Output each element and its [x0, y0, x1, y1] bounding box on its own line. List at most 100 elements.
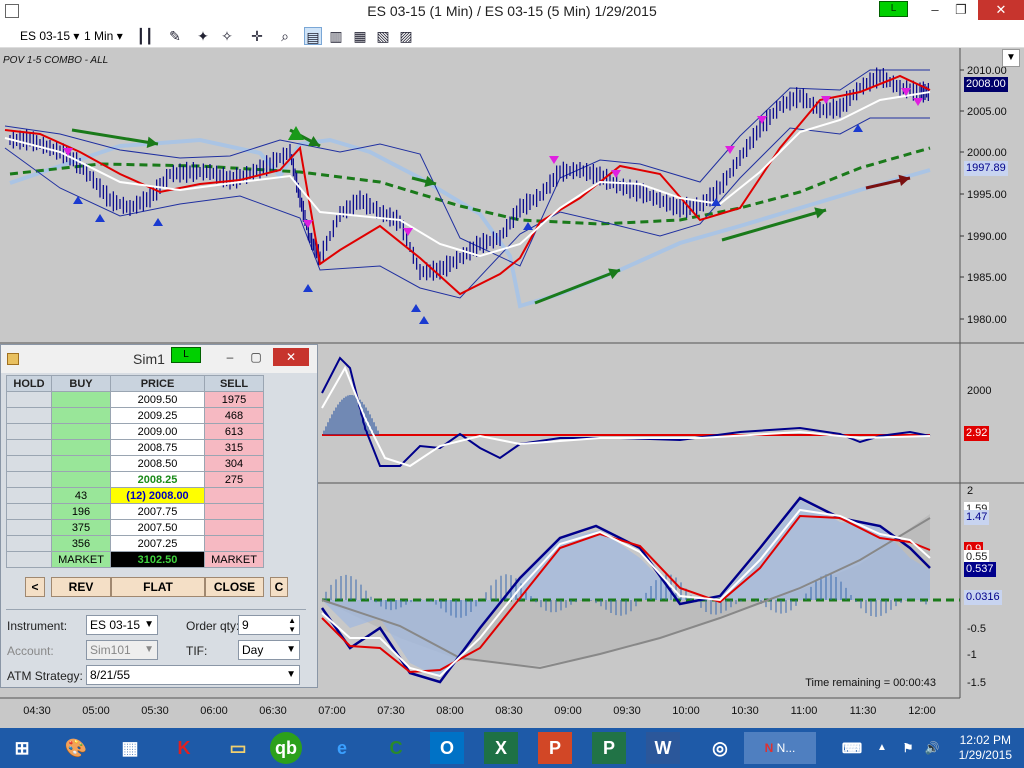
interval-selector[interactable]: 1 Min ▾	[84, 27, 123, 45]
buy-cell[interactable]	[51, 423, 111, 440]
outlook-icon[interactable]: O	[430, 732, 464, 764]
buy-cell[interactable]: 43	[51, 487, 111, 504]
excel-icon[interactable]: X	[484, 732, 518, 764]
data-box-icon[interactable]: ▧	[374, 27, 392, 45]
keyboard-icon[interactable]: ⌨	[832, 732, 872, 764]
sell-cell[interactable]	[204, 487, 264, 504]
price-cell[interactable]: 2007.75	[110, 503, 205, 520]
left-arrow-button[interactable]: <	[25, 577, 45, 597]
panel3-value-flag: 1.47	[964, 510, 990, 525]
powerpoint-icon[interactable]: P	[538, 732, 572, 764]
buy-cell[interactable]: 375	[51, 519, 111, 536]
network-icon[interactable]: ⚑	[896, 732, 920, 764]
quickbooks-icon[interactable]: qb	[270, 732, 302, 764]
ladder-row: 2009.25 468	[6, 407, 264, 424]
buy-cell[interactable]	[51, 455, 111, 472]
buy-cell[interactable]: 356	[51, 535, 111, 552]
price-axis-label: 1985.00	[967, 272, 1007, 284]
price-cell[interactable]: 2008.75	[110, 439, 205, 456]
tool-icon[interactable]: ◎	[700, 732, 740, 764]
crosshair-icon[interactable]: ✛	[248, 27, 266, 45]
panel3-axis-label: 2	[967, 485, 973, 497]
chart-properties-icon[interactable]: ▦	[351, 27, 369, 45]
time-axis-label: 09:00	[554, 705, 582, 717]
chart-menu-button[interactable]: ▼	[1002, 49, 1020, 67]
sell-cell[interactable]: 1975	[204, 391, 264, 408]
bar-type-icon[interactable]: ┃┃	[136, 27, 154, 45]
tif-select[interactable]: Day ▼	[238, 640, 300, 660]
word-icon[interactable]: W	[646, 732, 680, 764]
indicators-icon[interactable]: ▤	[304, 27, 322, 45]
strategies-icon[interactable]: ▥	[327, 27, 345, 45]
sell-cell[interactable]	[204, 535, 264, 552]
order-qty-stepper[interactable]: 9 ▲ ▼	[238, 615, 300, 635]
dom-close-button[interactable]: ✕	[273, 348, 309, 366]
price-cell[interactable]: 2008.25	[110, 471, 205, 488]
video-app-icon[interactable]: ▦	[110, 732, 150, 764]
chevron-down-icon: ▼	[286, 644, 296, 655]
system-clock[interactable]: 12:02 PM 1/29/2015	[959, 733, 1012, 763]
market-buy-button[interactable]: MARKET	[51, 551, 111, 568]
paint-icon[interactable]: 🎨	[56, 732, 96, 764]
wand-disabled-icon[interactable]: ✧	[218, 27, 236, 45]
volume-icon[interactable]: 🔊	[920, 732, 944, 764]
publisher-icon[interactable]: P	[592, 732, 626, 764]
price-cell[interactable]: 2008.50	[110, 455, 205, 472]
time-axis-label: 04:30	[23, 705, 51, 717]
chevron-down-icon: ▼	[144, 644, 154, 655]
tray-arrow-icon[interactable]: ▲	[872, 732, 892, 764]
sell-cell[interactable]	[204, 503, 264, 520]
price-header: PRICE	[110, 375, 205, 392]
pencil-icon[interactable]: ✎	[166, 27, 184, 45]
green-triangle-icon	[288, 126, 304, 140]
start-button[interactable]: ⊞	[2, 732, 42, 764]
sell-cell[interactable]: 315	[204, 439, 264, 456]
time-axis-label: 12:00	[908, 705, 936, 717]
sell-cell[interactable]: 304	[204, 455, 264, 472]
price-cell[interactable]: 2007.25	[110, 535, 205, 552]
atm-strategy-select[interactable]: 8/21/55 ▼	[86, 665, 300, 685]
maximize-button[interactable]: ❐	[946, 0, 976, 20]
order-qty-label: Order qty:	[186, 619, 240, 633]
price-cell[interactable]: (12) 2008.00	[110, 487, 205, 504]
price-axis-label: 1990.00	[967, 231, 1007, 243]
price-cell[interactable]: 2009.00	[110, 423, 205, 440]
kaspersky-icon[interactable]: K	[164, 732, 204, 764]
sell-cell[interactable]: 613	[204, 423, 264, 440]
instrument-field[interactable]: ES 03-15 ▼	[86, 615, 158, 635]
ninjatrader-taskbar-button[interactable]: N N...	[744, 732, 816, 764]
dom-minimize-button[interactable]: –	[219, 348, 241, 366]
buy-cell[interactable]: 196	[51, 503, 111, 520]
flat-button[interactable]: FLAT	[111, 577, 205, 597]
price-cell[interactable]: 2009.50	[110, 391, 205, 408]
price-cell[interactable]: 2009.25	[110, 407, 205, 424]
camtasia-icon[interactable]: C	[376, 732, 416, 764]
sell-cell[interactable]: 468	[204, 407, 264, 424]
sell-cell[interactable]	[204, 519, 264, 536]
instrument-label: Instrument:	[7, 619, 68, 633]
time-axis-label: 08:00	[436, 705, 464, 717]
c-button[interactable]: C	[270, 577, 288, 597]
internet-explorer-icon[interactable]: e	[322, 732, 362, 764]
time-axis-label: 11:00	[791, 705, 818, 717]
close-position-button[interactable]: CLOSE	[205, 577, 264, 597]
panel3-area-blue	[322, 500, 930, 678]
sell-cell[interactable]: 275	[204, 471, 264, 488]
zoom-icon[interactable]: ⌕	[276, 27, 294, 45]
magic-wand-icon[interactable]: ✦	[194, 27, 212, 45]
buy-cell[interactable]	[51, 439, 111, 456]
reverse-button[interactable]: REV	[51, 577, 111, 597]
buy-cell[interactable]	[51, 391, 111, 408]
close-button[interactable]: ✕	[978, 0, 1024, 20]
stepper-arrows-icon[interactable]: ▲ ▼	[288, 616, 296, 634]
file-explorer-icon[interactable]: ▭	[218, 732, 258, 764]
ladder-row: 196 2007.75	[6, 503, 264, 520]
instrument-selector[interactable]: ES 03-15 ▾	[20, 27, 79, 45]
hold-cell	[6, 423, 52, 440]
buy-cell[interactable]	[51, 471, 111, 488]
buy-cell[interactable]	[51, 407, 111, 424]
price-cell[interactable]: 2007.50	[110, 519, 205, 536]
chart-trader-icon[interactable]: ▨	[397, 27, 415, 45]
market-sell-button[interactable]: MARKET	[204, 551, 264, 568]
dom-maximize-button[interactable]: ▢	[245, 348, 267, 366]
